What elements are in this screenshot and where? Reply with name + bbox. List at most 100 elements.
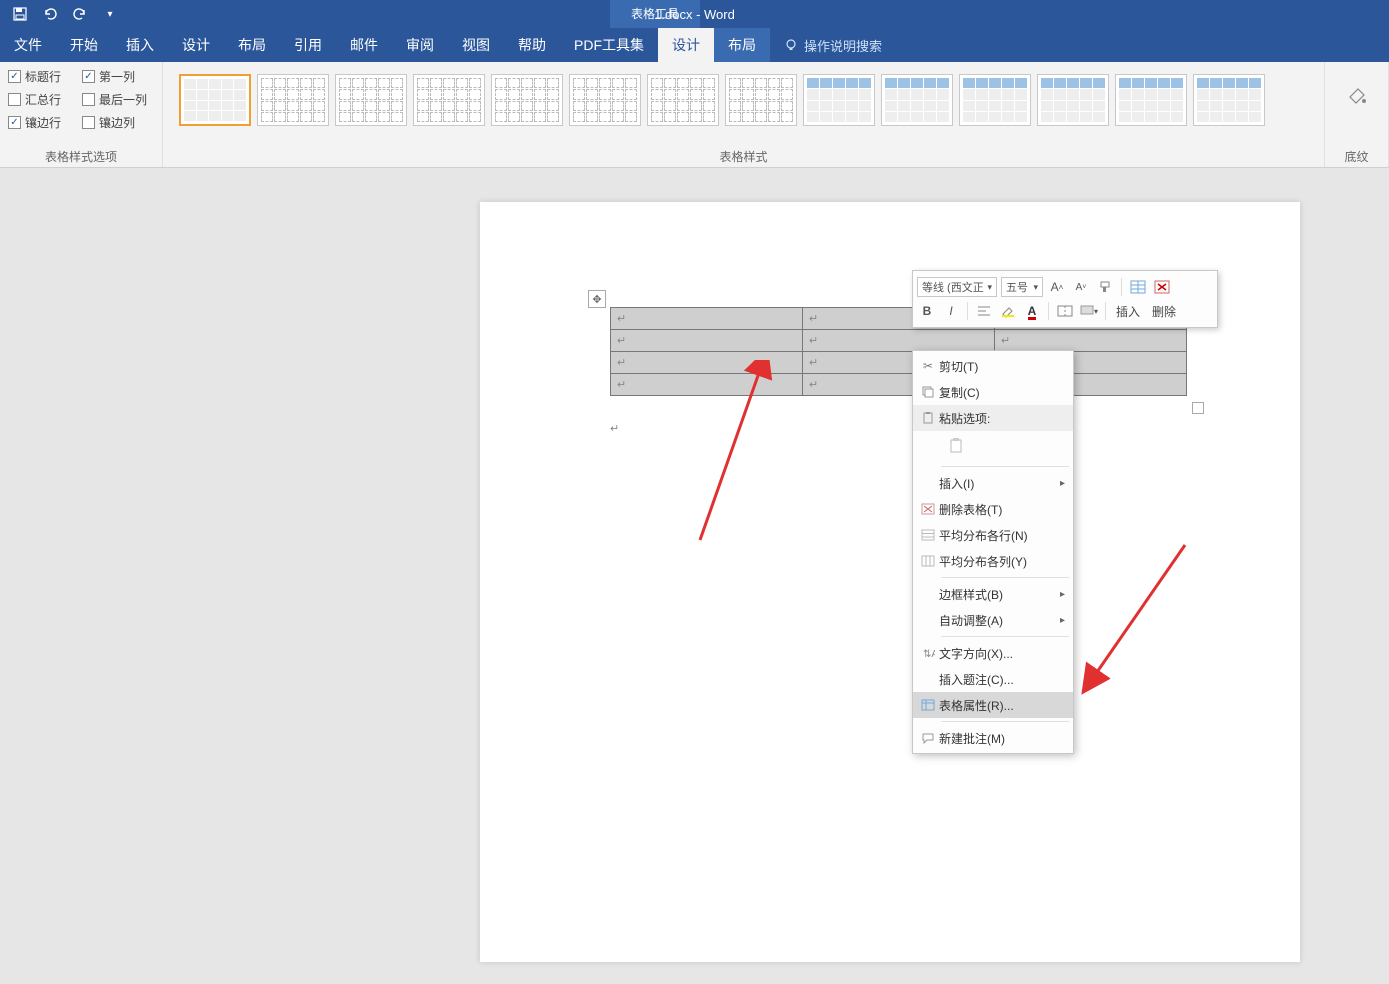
distribute-cols-icon <box>917 551 939 571</box>
comment-icon <box>917 728 939 748</box>
merge-cells-icon[interactable] <box>1055 301 1075 321</box>
check-banded-rows[interactable]: 镶边行 <box>8 114 76 131</box>
save-icon[interactable] <box>12 6 28 22</box>
svg-text:⇅A: ⇅A <box>923 649 935 659</box>
shading-button[interactable] <box>1338 74 1376 122</box>
tab-review[interactable]: 审阅 <box>392 28 448 62</box>
table-style-thumb[interactable] <box>335 74 407 126</box>
delete-table-icon[interactable] <box>1152 277 1172 297</box>
group-table-style-options: 标题行 第一列 汇总行 最后一列 镶边行 镶边列 表格样式选项 <box>0 62 163 167</box>
tab-pdf-tools[interactable]: PDF工具集 <box>560 28 658 62</box>
format-painter-icon[interactable] <box>1095 277 1115 297</box>
tab-mailings[interactable]: 邮件 <box>336 28 392 62</box>
table-style-thumb[interactable] <box>959 74 1031 126</box>
ctx-border-styles[interactable]: 边框样式(B) ▸ <box>913 581 1073 607</box>
table-row[interactable]: ↵↵↵ <box>611 374 1187 396</box>
table-style-thumb[interactable] <box>725 74 797 126</box>
font-name-combo[interactable]: 等线 (西文正▾ <box>917 277 997 297</box>
tab-file[interactable]: 文件 <box>0 28 56 62</box>
ctx-copy[interactable]: 复制(C) <box>913 379 1073 405</box>
font-size-combo[interactable]: 五号▾ <box>1001 277 1043 297</box>
tab-layout[interactable]: 布局 <box>224 28 280 62</box>
tell-me-search[interactable]: 操作说明搜索 <box>770 28 896 62</box>
table-style-thumb[interactable] <box>803 74 875 126</box>
tab-view[interactable]: 视图 <box>448 28 504 62</box>
group-label-shading: 底纹 <box>1333 144 1380 165</box>
distribute-rows-icon <box>917 525 939 545</box>
scissors-icon: ✂ <box>917 356 939 376</box>
ctx-autofit[interactable]: 自动调整(A) ▸ <box>913 607 1073 633</box>
table-move-handle-icon[interactable]: ✥ <box>588 290 606 308</box>
shrink-font-icon[interactable]: A˅ <box>1071 277 1091 297</box>
check-header-row[interactable]: 标题行 <box>8 68 76 85</box>
check-total-row[interactable]: 汇总行 <box>8 91 76 108</box>
ctx-insert-caption[interactable]: 插入题注(C)... <box>913 666 1073 692</box>
paragraph-mark: ↵ <box>610 422 619 435</box>
table-row[interactable]: ↵↵↵ <box>611 352 1187 374</box>
paste-keep-formatting-icon[interactable] <box>943 433 971 459</box>
check-first-column[interactable]: 第一列 <box>82 68 150 85</box>
paint-bucket-icon <box>1344 85 1370 111</box>
ctx-insert[interactable]: 插入(I) ▸ <box>913 470 1073 496</box>
table-style-thumb[interactable] <box>1115 74 1187 126</box>
font-color-icon[interactable]: A <box>1022 301 1042 321</box>
highlight-icon[interactable] <box>998 301 1018 321</box>
qat-dropdown-icon[interactable]: ▾ <box>102 6 118 22</box>
group-label-styles: 表格样式 <box>171 144 1316 165</box>
quick-access-toolbar: ▾ <box>0 6 118 22</box>
table-style-thumb[interactable] <box>1193 74 1265 126</box>
text-direction-icon: ⇅A <box>917 643 939 663</box>
table-style-thumb[interactable] <box>1037 74 1109 126</box>
clipboard-icon <box>917 408 939 428</box>
table-style-thumb[interactable] <box>257 74 329 126</box>
ctx-paste-options-header: 粘贴选项: <box>913 405 1073 431</box>
group-shading: 底纹 <box>1325 62 1389 167</box>
check-banded-columns[interactable]: 镶边列 <box>82 114 150 131</box>
chevron-right-icon: ▸ <box>1060 615 1065 626</box>
table-styles-gallery[interactable] <box>171 68 1316 132</box>
mini-delete-button[interactable]: 删除 <box>1148 301 1180 321</box>
ctx-distribute-cols[interactable]: 平均分布各列(Y) <box>913 548 1073 574</box>
table-style-thumb[interactable] <box>413 74 485 126</box>
align-icon[interactable] <box>974 301 994 321</box>
tab-references[interactable]: 引用 <box>280 28 336 62</box>
ctx-distribute-rows[interactable]: 平均分布各行(N) <box>913 522 1073 548</box>
bold-icon[interactable]: B <box>917 301 937 321</box>
group-table-styles: 表格样式 <box>163 62 1325 167</box>
ctx-text-direction[interactable]: ⇅A 文字方向(X)... <box>913 640 1073 666</box>
table-resize-handle-icon[interactable] <box>1192 402 1204 414</box>
table-style-thumb[interactable] <box>647 74 719 126</box>
table-row[interactable]: ↵↵↵ <box>611 330 1187 352</box>
redo-icon[interactable] <box>72 6 88 22</box>
copy-icon <box>917 382 939 402</box>
table-properties-icon <box>917 695 939 715</box>
check-last-column[interactable]: 最后一列 <box>82 91 150 108</box>
tab-design[interactable]: 设计 <box>168 28 224 62</box>
paste-options-row <box>913 431 1073 463</box>
table-style-thumb[interactable] <box>179 74 251 126</box>
tab-table-layout[interactable]: 布局 <box>714 28 770 62</box>
ribbon-body: 标题行 第一列 汇总行 最后一列 镶边行 镶边列 表格样式选项 表格样式 <box>0 62 1389 168</box>
ctx-delete-table[interactable]: 删除表格(T) <box>913 496 1073 522</box>
mini-insert-button[interactable]: 插入 <box>1112 301 1144 321</box>
tab-home[interactable]: 开始 <box>56 28 112 62</box>
shading-mini-icon[interactable]: ▾ <box>1079 301 1099 321</box>
tab-table-design[interactable]: 设计 <box>658 28 714 62</box>
delete-table-icon <box>917 499 939 519</box>
tab-help[interactable]: 帮助 <box>504 28 560 62</box>
table-style-thumb[interactable] <box>491 74 563 126</box>
ctx-cut[interactable]: ✂ 剪切(T) <box>913 353 1073 379</box>
ribbon-tabs: 文件 开始 插入 设计 布局 引用 邮件 审阅 视图 帮助 PDF工具集 设计 … <box>0 28 1389 62</box>
mini-toolbar: 等线 (西文正▾ 五号▾ A˄ A˅ B I A ▾ <box>912 270 1218 328</box>
grow-font-icon[interactable]: A˄ <box>1047 277 1067 297</box>
table-style-thumb[interactable] <box>881 74 953 126</box>
table-style-thumb[interactable] <box>569 74 641 126</box>
insert-table-icon[interactable] <box>1128 277 1148 297</box>
context-menu: ✂ 剪切(T) 复制(C) 粘贴选项: 插入(I) ▸ 删除表格(T) 平均分布… <box>912 350 1074 754</box>
tab-insert[interactable]: 插入 <box>112 28 168 62</box>
undo-icon[interactable] <box>42 6 58 22</box>
italic-icon[interactable]: I <box>941 301 961 321</box>
chevron-right-icon: ▸ <box>1060 478 1065 489</box>
ctx-new-comment[interactable]: 新建批注(M) <box>913 725 1073 751</box>
ctx-table-properties[interactable]: 表格属性(R)... <box>913 692 1073 718</box>
